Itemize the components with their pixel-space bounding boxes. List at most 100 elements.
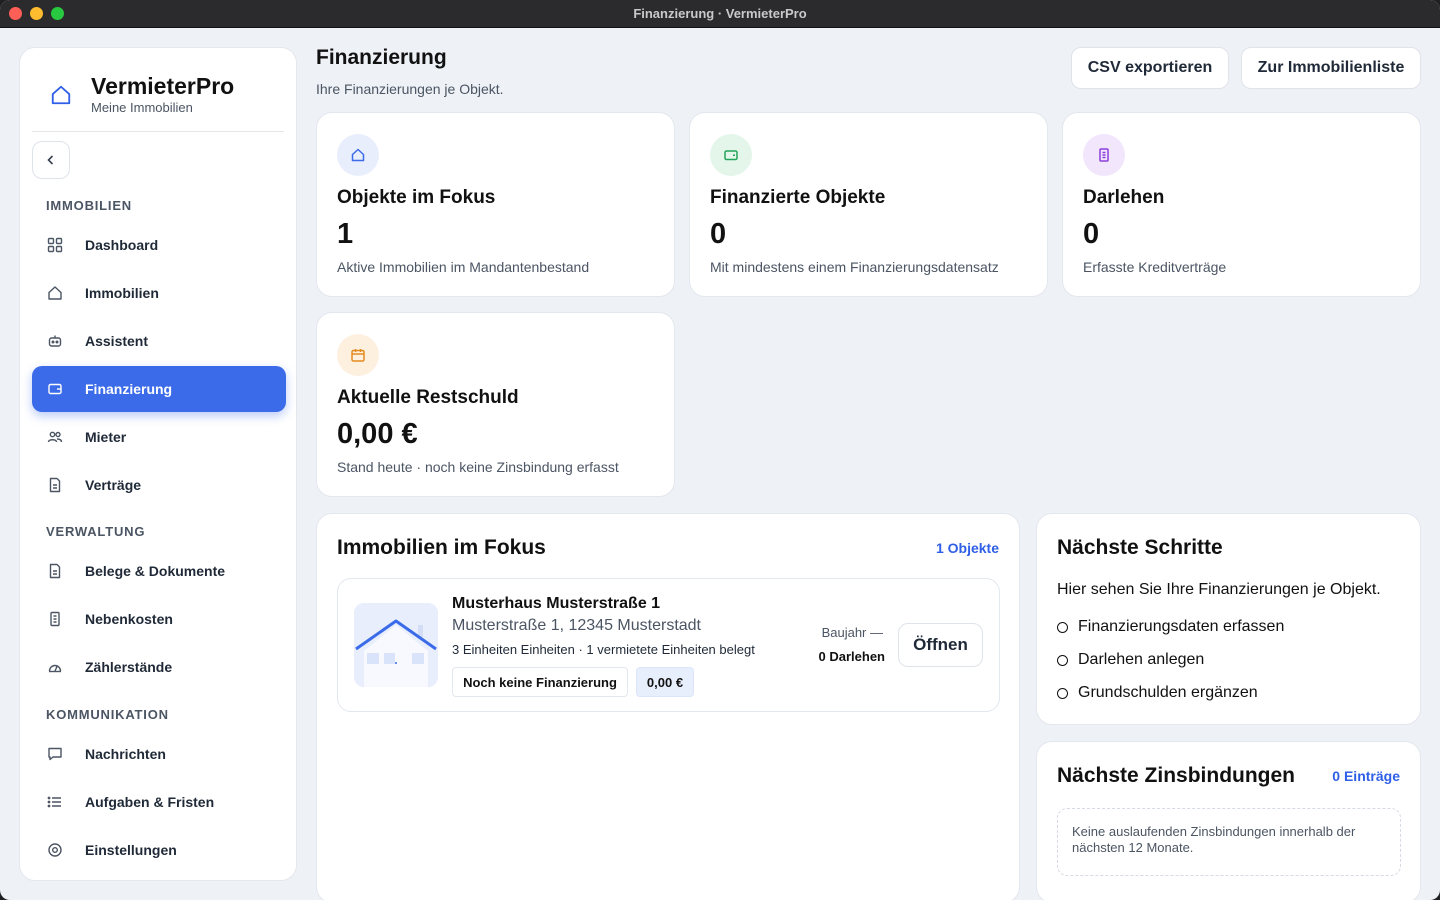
stat-value: 0 bbox=[710, 218, 727, 250]
property-name: Musterhaus Musterstraße 1 bbox=[452, 595, 661, 612]
list-icon bbox=[47, 794, 63, 810]
wallet-icon bbox=[47, 381, 63, 397]
next-step-label: Grundschulden ergänzen bbox=[1078, 684, 1258, 701]
sidebar-item-label: Einstellungen bbox=[85, 842, 177, 858]
property-card[interactable]: Musterhaus Musterstraße 1 Musterstraße 1… bbox=[337, 578, 1000, 712]
property-baujahr: Baujahr — bbox=[821, 625, 883, 640]
section-label-verwaltung: VERWALTUNG bbox=[46, 524, 146, 539]
stat-description: Mit mindestens einem Finanzierungsdatens… bbox=[710, 259, 999, 275]
csv-export-button[interactable]: CSV exportieren bbox=[1071, 47, 1229, 89]
sidebar-item-zaehlerstaende[interactable]: Zählerstände bbox=[32, 644, 286, 690]
section-label-immobilien: IMMOBILIEN bbox=[46, 198, 132, 213]
stat-description: Stand heute · noch keine Zinsbindung erf… bbox=[337, 459, 619, 475]
house-illustration-icon bbox=[354, 603, 438, 687]
page-title: Finanzierung bbox=[316, 46, 447, 69]
circle-icon bbox=[1057, 687, 1068, 699]
stat-description: Erfasste Kreditverträge bbox=[1083, 259, 1227, 275]
document-icon bbox=[47, 477, 63, 493]
sidebar-item-label: Nebenkosten bbox=[85, 611, 173, 627]
brand-name: VermieterPro bbox=[91, 73, 235, 99]
stat-title: Darlehen bbox=[1083, 187, 1165, 208]
maximize-window-button[interactable] bbox=[51, 7, 64, 20]
sidebar-divider bbox=[32, 131, 284, 132]
stat-value: 1 bbox=[337, 218, 354, 250]
grid-icon bbox=[47, 237, 63, 253]
wallet-icon bbox=[710, 134, 752, 176]
focus-panel: Immobilien im Fokus 1 Objekte Musterhaus… bbox=[316, 513, 1020, 900]
property-address: Musterstraße 1, 12345 Musterstadt bbox=[452, 617, 701, 634]
next-step-label: Finanzierungsdaten erfassen bbox=[1078, 618, 1285, 635]
calendar-icon bbox=[337, 334, 379, 376]
next-step-label: Darlehen anlegen bbox=[1078, 651, 1205, 668]
next-step-item: Grundschulden ergänzen bbox=[1057, 684, 1258, 702]
sidebar-item-einstellungen[interactable]: Einstellungen bbox=[32, 827, 286, 873]
sidebar-item-belege[interactable]: Belege & Dokumente bbox=[32, 548, 286, 594]
property-units: 3 Einheiten Einheiten · 1 vermietete Ein… bbox=[452, 642, 755, 657]
next-steps-title: Nächste Schritte bbox=[1057, 536, 1223, 559]
stat-value: 0,00 € bbox=[337, 418, 418, 450]
message-icon bbox=[47, 746, 63, 762]
sidebar-item-label: Zählerstände bbox=[85, 659, 173, 675]
stat-card-restschuld: Aktuelle Restschuld 0,00 € Stand heute ·… bbox=[316, 312, 675, 497]
stat-title: Aktuelle Restschuld bbox=[337, 387, 519, 408]
window-title: Finanzierung · VermieterPro bbox=[633, 6, 807, 21]
focus-title: Immobilien im Fokus bbox=[337, 536, 546, 559]
rate-locks-panel: Nächste Zinsbindungen 0 Einträge Keine a… bbox=[1036, 741, 1421, 900]
sidebar-item-nebenkosten[interactable]: Nebenkosten bbox=[32, 596, 286, 642]
home-icon bbox=[47, 285, 63, 301]
property-thumbnail bbox=[354, 603, 438, 687]
sidebar: VermieterPro Meine Immobilien IMMOBILIEN… bbox=[19, 47, 297, 881]
sidebar-item-label: Nachrichten bbox=[85, 746, 166, 762]
gauge-icon bbox=[47, 659, 63, 675]
sidebar-item-mieter[interactable]: Mieter bbox=[32, 414, 286, 460]
stat-title: Finanzierte Objekte bbox=[710, 187, 886, 208]
home-logo-icon bbox=[51, 85, 71, 104]
next-step-item: Darlehen anlegen bbox=[1057, 651, 1204, 669]
focus-count-link[interactable]: 1 Objekte bbox=[936, 540, 999, 556]
financing-status-badge: Noch keine Finanzierung bbox=[452, 667, 628, 697]
property-list-button[interactable]: Zur Immobilienliste bbox=[1241, 47, 1421, 89]
stat-description: Aktive Immobilien im Mandantenbestand bbox=[337, 259, 590, 275]
sidebar-item-dashboard[interactable]: Dashboard bbox=[32, 222, 286, 268]
receipt-icon bbox=[1083, 134, 1125, 176]
sidebar-item-finanzierung[interactable]: Finanzierung bbox=[32, 366, 286, 412]
sidebar-item-label: Aufgaben & Fristen bbox=[85, 794, 215, 810]
amount-badge: 0,00 € bbox=[636, 667, 694, 697]
receipt-icon bbox=[47, 611, 63, 627]
section-label-kommunikation: KOMMUNIKATION bbox=[46, 707, 169, 722]
sidebar-item-vertraege[interactable]: Verträge bbox=[32, 462, 286, 508]
collapse-sidebar-button[interactable] bbox=[32, 141, 70, 179]
sidebar-item-label: Assistent bbox=[85, 333, 149, 349]
page-subtitle: Ihre Finanzierungen je Objekt. bbox=[316, 81, 504, 97]
circle-icon bbox=[1057, 621, 1068, 633]
rate-locks-empty-state: Keine auslaufenden Zinsbindungen innerha… bbox=[1057, 808, 1401, 876]
sidebar-item-label: Verträge bbox=[85, 477, 142, 493]
title-bar: Finanzierung · VermieterPro bbox=[0, 0, 1440, 28]
stat-card-finanzierte: Finanzierte Objekte 0 Mit mindestens ein… bbox=[689, 112, 1048, 297]
next-steps-panel: Nächste Schritte Hier sehen Sie Ihre Fin… bbox=[1036, 513, 1421, 725]
rate-locks-count-link[interactable]: 0 Einträge bbox=[1332, 768, 1400, 784]
rate-locks-title: Nächste Zinsbindungen bbox=[1057, 764, 1296, 787]
chevron-left-icon bbox=[47, 155, 54, 165]
minimize-window-button[interactable] bbox=[30, 7, 43, 20]
home-icon bbox=[337, 134, 379, 176]
property-loan-count: 0 Darlehen bbox=[818, 649, 885, 664]
brand-subtitle: Meine Immobilien bbox=[91, 100, 193, 115]
sidebar-item-label: Dashboard bbox=[85, 237, 159, 253]
sidebar-item-label: Mieter bbox=[85, 429, 127, 445]
sidebar-item-label: Finanzierung bbox=[85, 381, 173, 397]
sidebar-item-nachrichten[interactable]: Nachrichten bbox=[32, 731, 286, 777]
robot-icon bbox=[47, 333, 63, 349]
sidebar-item-immobilien[interactable]: Immobilien bbox=[32, 270, 286, 316]
brand[interactable]: VermieterPro Meine Immobilien bbox=[50, 74, 234, 115]
close-window-button[interactable] bbox=[9, 7, 22, 20]
sidebar-item-assistent[interactable]: Assistent bbox=[32, 318, 286, 364]
open-property-button[interactable]: Öffnen bbox=[898, 623, 983, 667]
stat-card-objekte: Objekte im Fokus 1 Aktive Immobilien im … bbox=[316, 112, 675, 297]
sidebar-item-aufgaben[interactable]: Aufgaben & Fristen bbox=[32, 779, 286, 825]
sidebar-item-label: Belege & Dokumente bbox=[85, 563, 226, 579]
app-window: Finanzierung · VermieterPro VermieterPro… bbox=[0, 0, 1440, 900]
file-icon bbox=[47, 563, 63, 579]
stat-title: Objekte im Fokus bbox=[337, 187, 496, 208]
stat-value: 0 bbox=[1083, 218, 1100, 250]
